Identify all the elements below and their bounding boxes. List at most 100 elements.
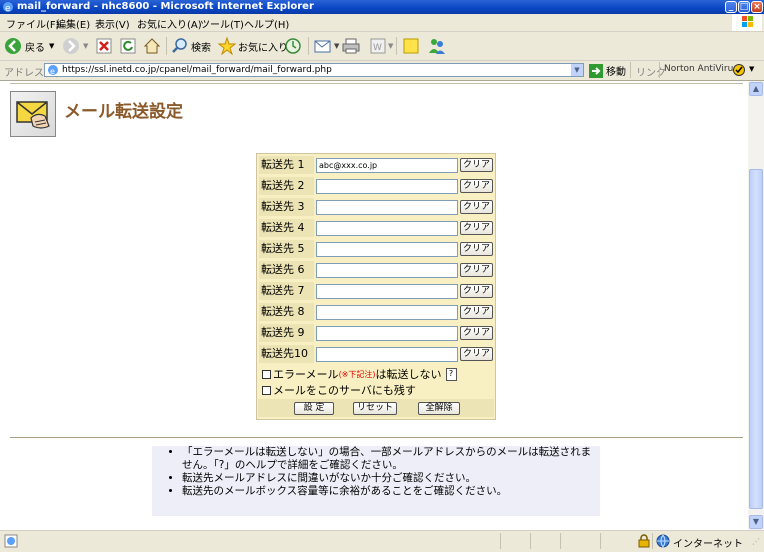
- maximize-button[interactable]: □: [738, 1, 750, 13]
- status-separator: [500, 533, 501, 549]
- go-button[interactable]: 移動: [589, 63, 626, 78]
- clear-button-9[interactable]: クリア: [460, 326, 493, 340]
- clear-button-1[interactable]: クリア: [460, 158, 493, 172]
- forward-label: 転送先10: [259, 345, 314, 363]
- forward-settings-form: 転送先 1 クリア 転送先 2 クリア 転送先 3 クリア 転送先 4 クリア …: [256, 153, 496, 420]
- top-divider: [10, 83, 743, 84]
- favorites-label: お気に入り: [238, 42, 288, 54]
- messenger-button[interactable]: [427, 36, 447, 56]
- forward-address-input-6[interactable]: [316, 263, 458, 278]
- forward-label: 転送先 4: [259, 219, 314, 237]
- stop-button[interactable]: [96, 36, 112, 56]
- antivirus-label[interactable]: Norton AntiVirus: [664, 64, 738, 74]
- mail-icon: [314, 40, 331, 53]
- clear-button-6[interactable]: クリア: [460, 263, 493, 277]
- forward-row: 転送先 4 クリア: [258, 218, 494, 238]
- mail-button[interactable]: ▼: [314, 36, 339, 56]
- clear-button-8[interactable]: クリア: [460, 305, 493, 319]
- forward-label: 転送先 3: [259, 198, 314, 216]
- refresh-button[interactable]: [120, 36, 136, 56]
- forward-address-input-2[interactable]: [316, 179, 458, 194]
- clear-all-button[interactable]: 全解除: [418, 402, 460, 415]
- close-button[interactable]: ×: [751, 1, 763, 13]
- forward-label: 転送先 1: [259, 156, 314, 174]
- error-mail-checkbox[interactable]: [262, 369, 271, 379]
- menu-view[interactable]: 表示(V): [95, 16, 130, 31]
- forward-row: 転送先 3 クリア: [258, 197, 494, 217]
- forward-button[interactable]: ▼: [62, 36, 88, 56]
- lock-icon: [638, 534, 650, 548]
- clear-button-7[interactable]: クリア: [460, 284, 493, 298]
- forward-address-input-5[interactable]: [316, 242, 458, 257]
- menu-tools[interactable]: ツール(T): [200, 16, 244, 31]
- clear-button-10[interactable]: クリア: [460, 347, 493, 361]
- links-label[interactable]: リンク: [636, 64, 666, 79]
- error-mail-label-post: は転送しない: [375, 368, 442, 381]
- history-button[interactable]: [284, 36, 302, 56]
- search-button[interactable]: 検索: [171, 36, 211, 56]
- toolbar-separator: [308, 37, 309, 55]
- clear-button-4[interactable]: クリア: [460, 221, 493, 235]
- go-label: 移動: [606, 67, 626, 78]
- forward-address-input-3[interactable]: [316, 200, 458, 215]
- help-button[interactable]: ?: [445, 367, 457, 381]
- menu-file[interactable]: ファイル(F): [6, 16, 60, 31]
- forward-label: 転送先 8: [259, 303, 314, 321]
- address-url: https://ssl.inetd.co.jp/cpanel/mail_forw…: [62, 65, 332, 75]
- status-separator: [652, 533, 653, 549]
- forward-address-input-10[interactable]: [316, 347, 458, 362]
- page-icon: e: [48, 65, 58, 76]
- print-button[interactable]: [342, 36, 360, 56]
- scroll-down-icon[interactable]: ▼: [749, 515, 763, 529]
- stop-icon: [96, 38, 112, 54]
- page-title: メール転送設定: [64, 102, 183, 122]
- search-label: 検索: [191, 42, 211, 54]
- note-item: 転送先のメールボックス容量等に余裕があることをご確認ください。: [182, 485, 600, 498]
- forward-address-input-9[interactable]: [316, 326, 458, 341]
- forward-row: 転送先10 クリア: [258, 344, 494, 364]
- norton-icon[interactable]: [733, 64, 745, 76]
- minimize-button[interactable]: _: [725, 1, 737, 13]
- forward-address-input-7[interactable]: [316, 284, 458, 299]
- zone-label: インターネット: [673, 539, 743, 550]
- mail-forward-icon: [16, 101, 50, 129]
- error-mail-option: エラーメール (※下記注) は転送しない ?: [262, 366, 457, 382]
- mail-forward-logo: [10, 91, 56, 137]
- clear-button-3[interactable]: クリア: [460, 200, 493, 214]
- favorites-button[interactable]: お気に入り: [218, 36, 288, 56]
- menu-help[interactable]: ヘルプ(H): [244, 16, 289, 31]
- address-separator: [659, 62, 660, 78]
- menu-favorites[interactable]: お気に入り(A): [137, 16, 202, 31]
- address-separator: [630, 62, 631, 78]
- printer-icon: [342, 38, 360, 54]
- forward-row: 転送先 1 クリア: [258, 155, 494, 175]
- note-icon: [403, 38, 419, 54]
- address-input[interactable]: e https://ssl.inetd.co.jp/cpanel/mail_fo…: [44, 63, 584, 77]
- toolbar-separator: [396, 37, 397, 55]
- forward-address-input-1[interactable]: [316, 158, 458, 173]
- forward-address-input-4[interactable]: [316, 221, 458, 236]
- home-button[interactable]: [143, 36, 161, 56]
- back-button[interactable]: 戻る ▼: [4, 36, 54, 56]
- edit-button[interactable]: W ▼: [370, 36, 393, 56]
- discuss-button[interactable]: [402, 36, 420, 56]
- resize-grip-icon[interactable]: ⋰: [752, 537, 760, 546]
- address-dropdown-icon[interactable]: ▼: [571, 64, 583, 76]
- forward-address-input-8[interactable]: [316, 305, 458, 320]
- vertical-scrollbar[interactable]: ▲ ▼: [748, 81, 764, 530]
- scroll-up-icon[interactable]: ▲: [749, 82, 763, 96]
- error-mail-note: (※下記注): [338, 369, 376, 379]
- clear-button-5[interactable]: クリア: [460, 242, 493, 256]
- scroll-thumb[interactable]: [749, 169, 763, 509]
- submit-button[interactable]: 設 定: [294, 402, 334, 415]
- messenger-icon: [429, 39, 445, 54]
- keep-mail-checkbox[interactable]: [262, 385, 271, 395]
- reset-button[interactable]: リセット: [353, 402, 397, 415]
- chevron-down-icon[interactable]: ▼: [749, 65, 754, 73]
- toolbar-separator: [166, 37, 167, 55]
- back-label: 戻る: [25, 42, 45, 54]
- clear-button-2[interactable]: クリア: [460, 179, 493, 193]
- chevron-down-icon: ▼: [83, 42, 89, 50]
- forward-label: 転送先 9: [259, 324, 314, 342]
- menu-edit[interactable]: 編集(E): [56, 16, 90, 31]
